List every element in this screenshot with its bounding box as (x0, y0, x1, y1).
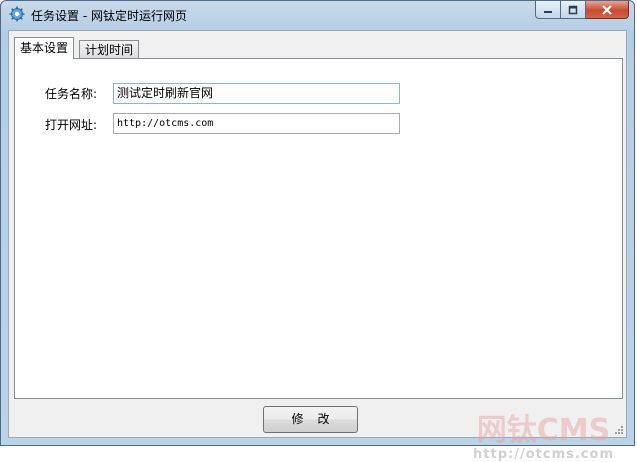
window-controls (535, 1, 629, 19)
open-url-label: 打开网址: (45, 118, 98, 132)
watermark: 网钛CMS http://otcms.com (473, 415, 614, 462)
close-button[interactable] (586, 1, 629, 19)
tab-schedule-time[interactable]: 计划时间 (79, 40, 140, 59)
watermark-brand: 网钛CMS (476, 413, 611, 448)
tab-panel-basic: 任务名称: 测试定时刷新官网 打开网址: http://otcms.com (14, 58, 623, 399)
task-name-input[interactable]: 测试定时刷新官网 (113, 83, 400, 104)
app-window: 任务设置 - 网钛定时运行网页 基本设置 计划时间 任务名称: 测试定时刷新官网… (0, 0, 635, 462)
maximize-icon (568, 5, 578, 14)
gear-app-icon (9, 6, 25, 22)
watermark-url: http://otcms.com (473, 447, 614, 462)
resize-grip-icon[interactable] (613, 424, 623, 434)
close-icon (602, 4, 612, 15)
maximize-button[interactable] (561, 1, 586, 19)
minimize-icon (544, 10, 552, 13)
title-bar[interactable]: 任务设置 - 网钛定时运行网页 (1, 1, 634, 29)
open-url-input[interactable]: http://otcms.com (113, 113, 400, 134)
tab-basic-settings[interactable]: 基本设置 (14, 37, 75, 59)
client-area: 基本设置 计划时间 任务名称: 测试定时刷新官网 打开网址: http://ot… (8, 30, 627, 462)
minimize-button[interactable] (535, 1, 561, 19)
task-name-label: 任务名称: (45, 87, 98, 101)
modify-button[interactable]: 修改 (263, 406, 358, 433)
window-title: 任务设置 - 网钛定时运行网页 (31, 9, 187, 23)
